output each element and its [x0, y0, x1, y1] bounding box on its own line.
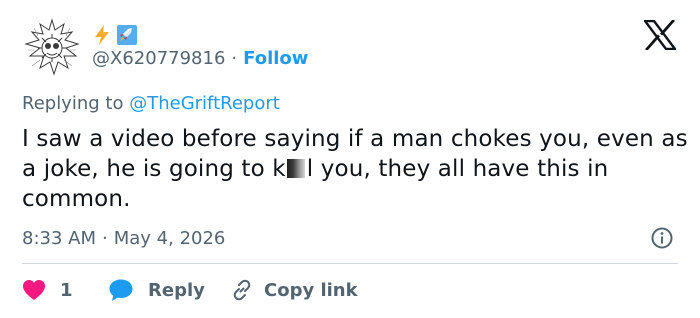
- handle-separator: ·: [231, 48, 238, 69]
- replying-prefix: Replying to: [22, 93, 124, 114]
- link-icon: [233, 279, 251, 301]
- heart-icon: [23, 280, 45, 300]
- handle-row: @X620779816 · Follow: [92, 48, 308, 70]
- follow-button[interactable]: Follow: [243, 48, 308, 69]
- replying-to: Replying to @TheGriftReport: [22, 93, 280, 115]
- censor-block: [286, 159, 305, 178]
- like-count: 1: [60, 279, 73, 301]
- tweet-text: I saw a video before saying if a man cho…: [22, 124, 692, 214]
- reply-mention-link[interactable]: @TheGriftReport: [129, 93, 280, 114]
- display-name[interactable]: [92, 22, 138, 48]
- x-logo-icon[interactable]: [644, 20, 676, 50]
- divider: [22, 263, 678, 264]
- lightning-emoji-icon: [95, 25, 109, 45]
- action-bar: 1 Reply Copy link: [22, 276, 358, 304]
- timestamp-separator: ·: [102, 228, 108, 249]
- rocket-emoji-icon: [117, 25, 137, 45]
- copy-link-button[interactable]: Copy link: [230, 278, 358, 302]
- timestamp-link[interactable]: 8:33 AM · May 4, 2026: [22, 228, 225, 250]
- reply-label: Reply: [148, 279, 205, 301]
- tweet-embed: @X620779816 · Follow Replying to @TheGrift…: [0, 0, 700, 318]
- tweet-time: 8:33 AM: [22, 228, 96, 249]
- info-icon[interactable]: [650, 226, 674, 250]
- avatar-sketch-image: [20, 16, 84, 80]
- copy-link-label: Copy link: [264, 279, 358, 301]
- tweet-date: May 4, 2026: [113, 228, 226, 249]
- user-handle[interactable]: @X620779816: [92, 48, 225, 69]
- reply-button[interactable]: Reply: [108, 278, 230, 302]
- speech-bubble-icon: [109, 279, 133, 301]
- like-button[interactable]: 1: [22, 279, 108, 301]
- avatar[interactable]: [20, 16, 84, 80]
